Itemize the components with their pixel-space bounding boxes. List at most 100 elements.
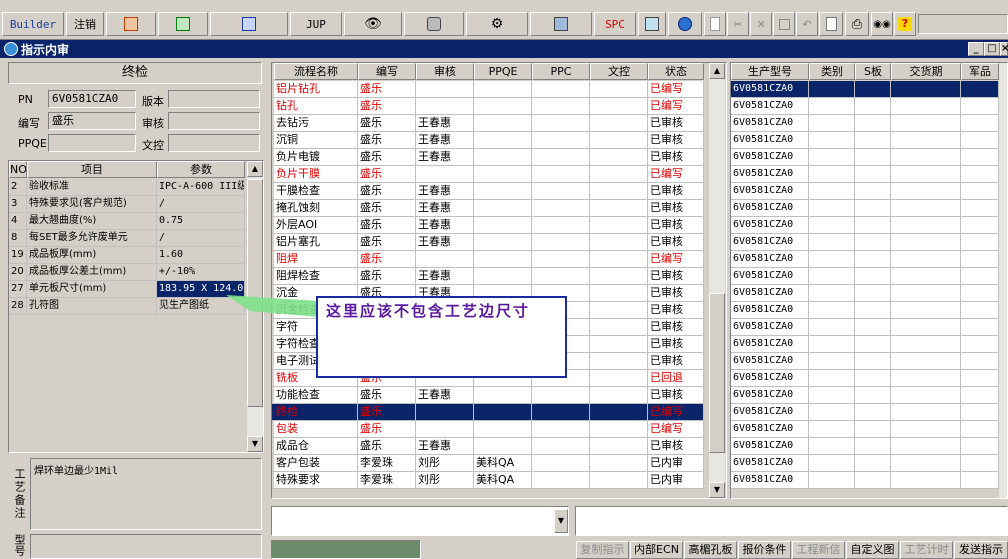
- bottom-button-1[interactable]: 内部ECN: [630, 541, 683, 559]
- table-row[interactable]: 6V0581CZA0: [731, 81, 999, 98]
- scroll-up-button[interactable]: ▲: [247, 161, 263, 177]
- word-button[interactable]: [210, 12, 288, 36]
- table-row[interactable]: 铝片钻孔 盛乐 已编写: [272, 81, 704, 98]
- bottom-button-4[interactable]: 工程新信: [792, 541, 845, 559]
- table-row[interactable]: 6V0581CZA0: [731, 370, 999, 387]
- scroll-down-button[interactable]: ▼: [247, 436, 263, 452]
- view-button[interactable]: 👁: [344, 12, 402, 36]
- model-side-field[interactable]: [30, 534, 262, 559]
- delete-button[interactable]: ✕: [750, 12, 772, 36]
- col-doc-control[interactable]: 文控: [590, 63, 648, 80]
- table-row[interactable]: 28 孔符图 见生产图纸: [9, 298, 245, 315]
- database-button[interactable]: [404, 12, 464, 36]
- table-row[interactable]: 6V0581CZA0: [731, 319, 999, 336]
- table-row[interactable]: 6V0581CZA0: [731, 98, 999, 115]
- col-ppqe[interactable]: PPQE: [474, 63, 532, 80]
- bottom-button-2[interactable]: 高楣孔板: [684, 541, 737, 559]
- ppt-button[interactable]: [106, 12, 156, 36]
- table-row[interactable]: 6V0581CZA0: [731, 268, 999, 285]
- table-row[interactable]: 4 最大翘曲度(%) 0.75: [9, 213, 245, 230]
- table-row[interactable]: 功能检查 盛乐 王春惠 已审核: [272, 387, 704, 404]
- table-row[interactable]: 6V0581CZA0: [731, 251, 999, 268]
- ppqe-field[interactable]: [48, 134, 136, 152]
- table-row[interactable]: 终检 盛乐 已编写: [272, 404, 704, 421]
- model-grid-scrollbar[interactable]: [999, 63, 1007, 498]
- scroll-thumb[interactable]: [709, 293, 725, 453]
- computer-button[interactable]: [530, 12, 592, 36]
- table-row[interactable]: 6V0581CZA0: [731, 336, 999, 353]
- minimize-button[interactable]: _: [968, 42, 984, 56]
- excel-button[interactable]: [158, 12, 208, 36]
- undo-button[interactable]: ↶: [796, 12, 818, 36]
- col-flow-name[interactable]: 流程名称: [274, 63, 358, 80]
- help-button[interactable]: ?: [894, 12, 916, 36]
- col-author[interactable]: 编写: [358, 63, 416, 80]
- table-row[interactable]: 6V0581CZA0: [731, 455, 999, 472]
- col-no[interactable]: NO: [9, 161, 27, 178]
- table-row[interactable]: 外层AOI 盛乐 王春惠 已审核: [272, 217, 704, 234]
- col-s-board[interactable]: S板: [855, 63, 891, 80]
- col-status[interactable]: 状态: [648, 63, 704, 80]
- table-row[interactable]: 6V0581CZA0: [731, 285, 999, 302]
- table-row[interactable]: 2 验收标准 IPC-A-600 III级: [9, 179, 245, 196]
- table-row[interactable]: 6V0581CZA0: [731, 149, 999, 166]
- cycle-button[interactable]: [638, 12, 666, 36]
- doc-control-field[interactable]: [168, 134, 260, 152]
- table-row[interactable]: 6V0581CZA0: [731, 302, 999, 319]
- table-row[interactable]: 6V0581CZA0: [731, 183, 999, 200]
- flow-grid-scrollbar[interactable]: ▲ ▼: [709, 63, 725, 498]
- spc-button[interactable]: SPC: [594, 12, 636, 36]
- table-row[interactable]: 去钻污 盛乐 王春惠 已审核: [272, 115, 704, 132]
- table-row[interactable]: 6V0581CZA0: [731, 166, 999, 183]
- print-button[interactable]: ⎙: [845, 12, 869, 36]
- builder-button[interactable]: Builder: [2, 12, 64, 36]
- bottom-button-5[interactable]: 自定义图: [846, 541, 899, 559]
- table-row[interactable]: 19 成品板厚(mm) 1.60: [9, 247, 245, 264]
- col-param[interactable]: 参数: [157, 161, 245, 178]
- table-row[interactable]: 6V0581CZA0: [731, 404, 999, 421]
- table-row[interactable]: 8 每SET最多允许废单元 /: [9, 230, 245, 247]
- bottom-button-0[interactable]: 复制指示: [576, 541, 629, 559]
- table-row[interactable]: 6V0581CZA0: [731, 472, 999, 489]
- table-row[interactable]: 6V0581CZA0: [731, 132, 999, 149]
- table-row[interactable]: 3 特殊要求见(客户规范) /: [9, 196, 245, 213]
- table-row[interactable]: 6V0581CZA0: [731, 438, 999, 455]
- preview-button[interactable]: [819, 12, 843, 36]
- table-row[interactable]: 6V0581CZA0: [731, 421, 999, 438]
- cut-button[interactable]: ✂: [727, 12, 749, 36]
- table-row[interactable]: 27 单元板尺寸(mm) 183.95 X 124.0: [9, 281, 245, 298]
- find-button[interactable]: ◉◉: [871, 12, 893, 36]
- chevron-down-icon[interactable]: ▼: [554, 509, 568, 533]
- table-row[interactable]: 干膜检查 盛乐 王春惠 已审核: [272, 183, 704, 200]
- scroll-up-button[interactable]: ▲: [709, 63, 725, 79]
- table-row[interactable]: 成品仓 盛乐 王春惠 已审核: [272, 438, 704, 455]
- author-field[interactable]: 盛乐: [48, 112, 136, 130]
- note-field[interactable]: [575, 506, 1008, 536]
- new-button[interactable]: [704, 12, 726, 36]
- review-field[interactable]: [168, 112, 260, 130]
- filter-combo[interactable]: ▼: [271, 506, 569, 536]
- col-review[interactable]: 审核: [416, 63, 474, 80]
- pn-field[interactable]: 6V0581CZA0: [48, 90, 136, 108]
- table-row[interactable]: 钻孔 盛乐 已编写: [272, 98, 704, 115]
- version-field[interactable]: [168, 90, 260, 108]
- table-row[interactable]: 6V0581CZA0: [731, 200, 999, 217]
- table-row[interactable]: 6V0581CZA0: [731, 115, 999, 132]
- maximize-button[interactable]: □: [984, 42, 1000, 56]
- col-ppc[interactable]: PPC: [532, 63, 590, 80]
- table-row[interactable]: 20 成品板厚公差土(mm) +/-10%: [9, 264, 245, 281]
- bottom-button-3[interactable]: 报价条件: [738, 541, 791, 559]
- browser-button[interactable]: [668, 12, 702, 36]
- table-row[interactable]: 6V0581CZA0: [731, 217, 999, 234]
- logout-button[interactable]: 注销: [66, 12, 104, 36]
- table-row[interactable]: 6V0581CZA0: [731, 353, 999, 370]
- table-row[interactable]: 包装 盛乐 已编写: [272, 421, 704, 438]
- col-military[interactable]: 军品: [961, 63, 999, 80]
- jup-button[interactable]: JUP: [290, 12, 342, 36]
- col-delivery[interactable]: 交货期: [891, 63, 961, 80]
- table-row[interactable]: 客户包装 李爱珠 刘彤 美科QA 已内审: [272, 455, 704, 472]
- table-row[interactable]: 掩孔蚀刻 盛乐 王春惠 已审核: [272, 200, 704, 217]
- settings-button[interactable]: ⚙: [466, 12, 528, 36]
- save-button[interactable]: [773, 12, 795, 36]
- col-item[interactable]: 项目: [27, 161, 157, 178]
